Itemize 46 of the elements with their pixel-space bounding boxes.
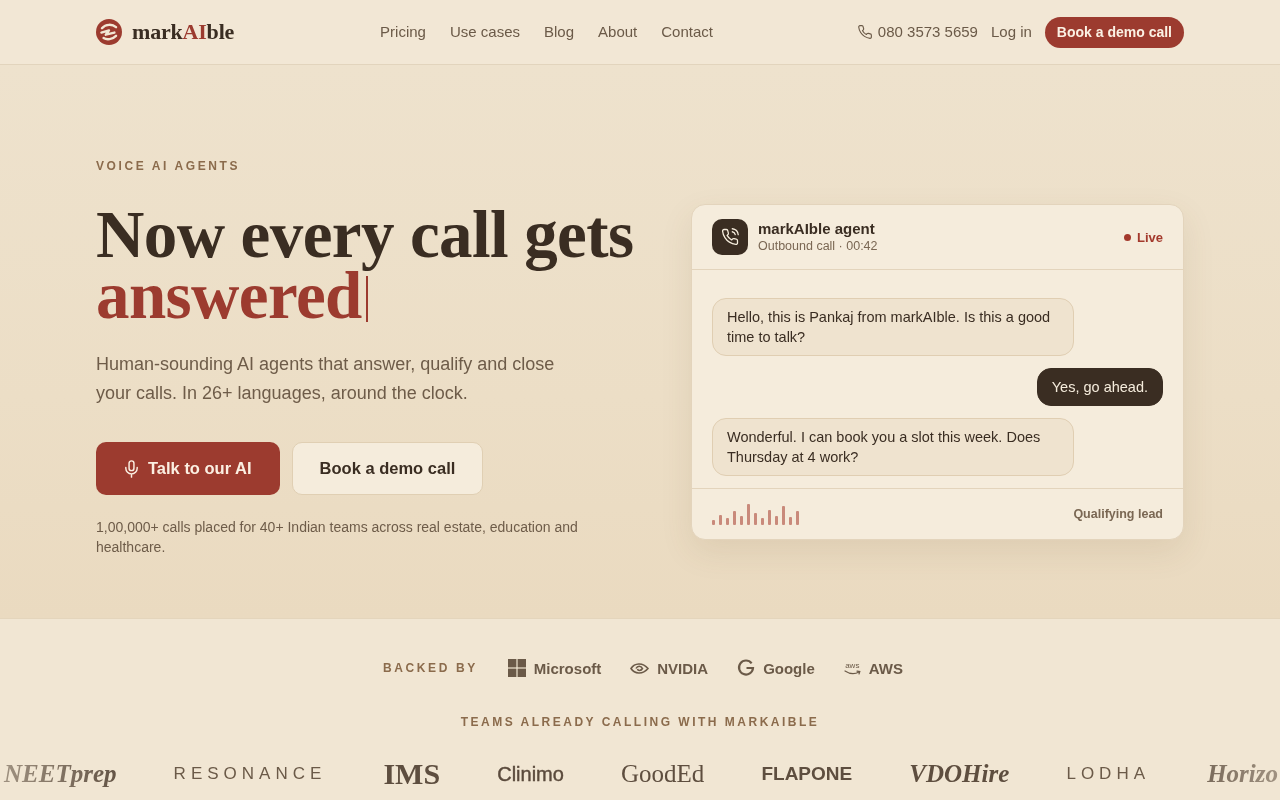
customer-logo: LODHA — [1066, 764, 1150, 784]
agent-message: Wonderful. I can book you a slot this week. Does Thursday at 4 work? — [712, 418, 1074, 476]
phone-icon — [857, 25, 872, 39]
customer-logo: RESONANCE — [173, 764, 327, 784]
eye-swirl-icon — [630, 661, 650, 675]
talk-to-ai-button[interactable]: Talk to our AI — [96, 442, 280, 495]
phone-number-link[interactable]: 080 3573 5659 — [877, 22, 978, 42]
book-demo-button[interactable]: Book a demo call — [1044, 16, 1184, 48]
backer-name: Microsoft — [533, 659, 602, 677]
customers-label: TEAMS ALREADY CALLING WITH MARKAIBLE — [460, 715, 820, 729]
smile-arrow-icon — [843, 669, 861, 675]
login-link[interactable]: Log in — [990, 22, 1032, 42]
customer-logo: VDOHire — [909, 760, 1010, 788]
call-info: Outbound call · 00:42 — [758, 238, 878, 255]
phone-call-icon — [712, 219, 748, 255]
g-arc-icon — [737, 659, 756, 677]
nav-link[interactable]: Blog — [544, 22, 575, 42]
logo-mark-text: aws — [845, 661, 860, 670]
backer-name: Google — [763, 659, 815, 677]
nav-link[interactable]: About — [598, 22, 638, 42]
social-proof-text: 1,00,000+ calls placed for 40+ Indian teams across real estate, education and healthcare. — [96, 518, 579, 557]
agent-message: Hello, this is Pankaj from markAIble. Is this a good time to talk? — [712, 298, 1074, 356]
nav-link[interactable]: Pricing — [380, 22, 426, 42]
customer-logo: NEETprep — [4, 760, 117, 788]
backed-by-label: BACKED BY — [383, 661, 478, 675]
status-dot-icon — [1124, 233, 1131, 241]
four-squares-icon — [507, 659, 526, 677]
logo-wordmark[interactable]: markAIble — [132, 18, 235, 46]
hero-subtitle: Human-sounding AI agents that answer, qualify and close your calls. In 26+ languages, around the clock. — [96, 353, 556, 405]
call-stage: Qualifying lead — [1073, 507, 1163, 521]
customer-logo: Horizo — [1207, 760, 1278, 788]
customer-logo: IMS — [383, 757, 441, 791]
nav-link[interactable]: Use cases — [449, 22, 520, 42]
live-status: Live — [1137, 229, 1163, 245]
backer-name: NVIDIA — [657, 659, 709, 677]
caller-message: Yes, go ahead. — [1036, 368, 1163, 406]
backer-name: AWS — [868, 659, 903, 677]
book-demo-button[interactable]: Book a demo call — [291, 442, 484, 495]
nav-link[interactable]: Contact — [661, 22, 713, 42]
agent-name: markAIble agent — [758, 219, 876, 238]
eyebrow-label: VOICE AI AGENTS — [96, 158, 242, 174]
customer-logo: Clinimo — [497, 762, 564, 786]
customer-logo: GoodEd — [621, 760, 705, 788]
customer-logo: FLAPONE — [761, 763, 853, 785]
swirl-logo-icon[interactable] — [96, 19, 122, 45]
microphone-icon — [125, 459, 138, 478]
